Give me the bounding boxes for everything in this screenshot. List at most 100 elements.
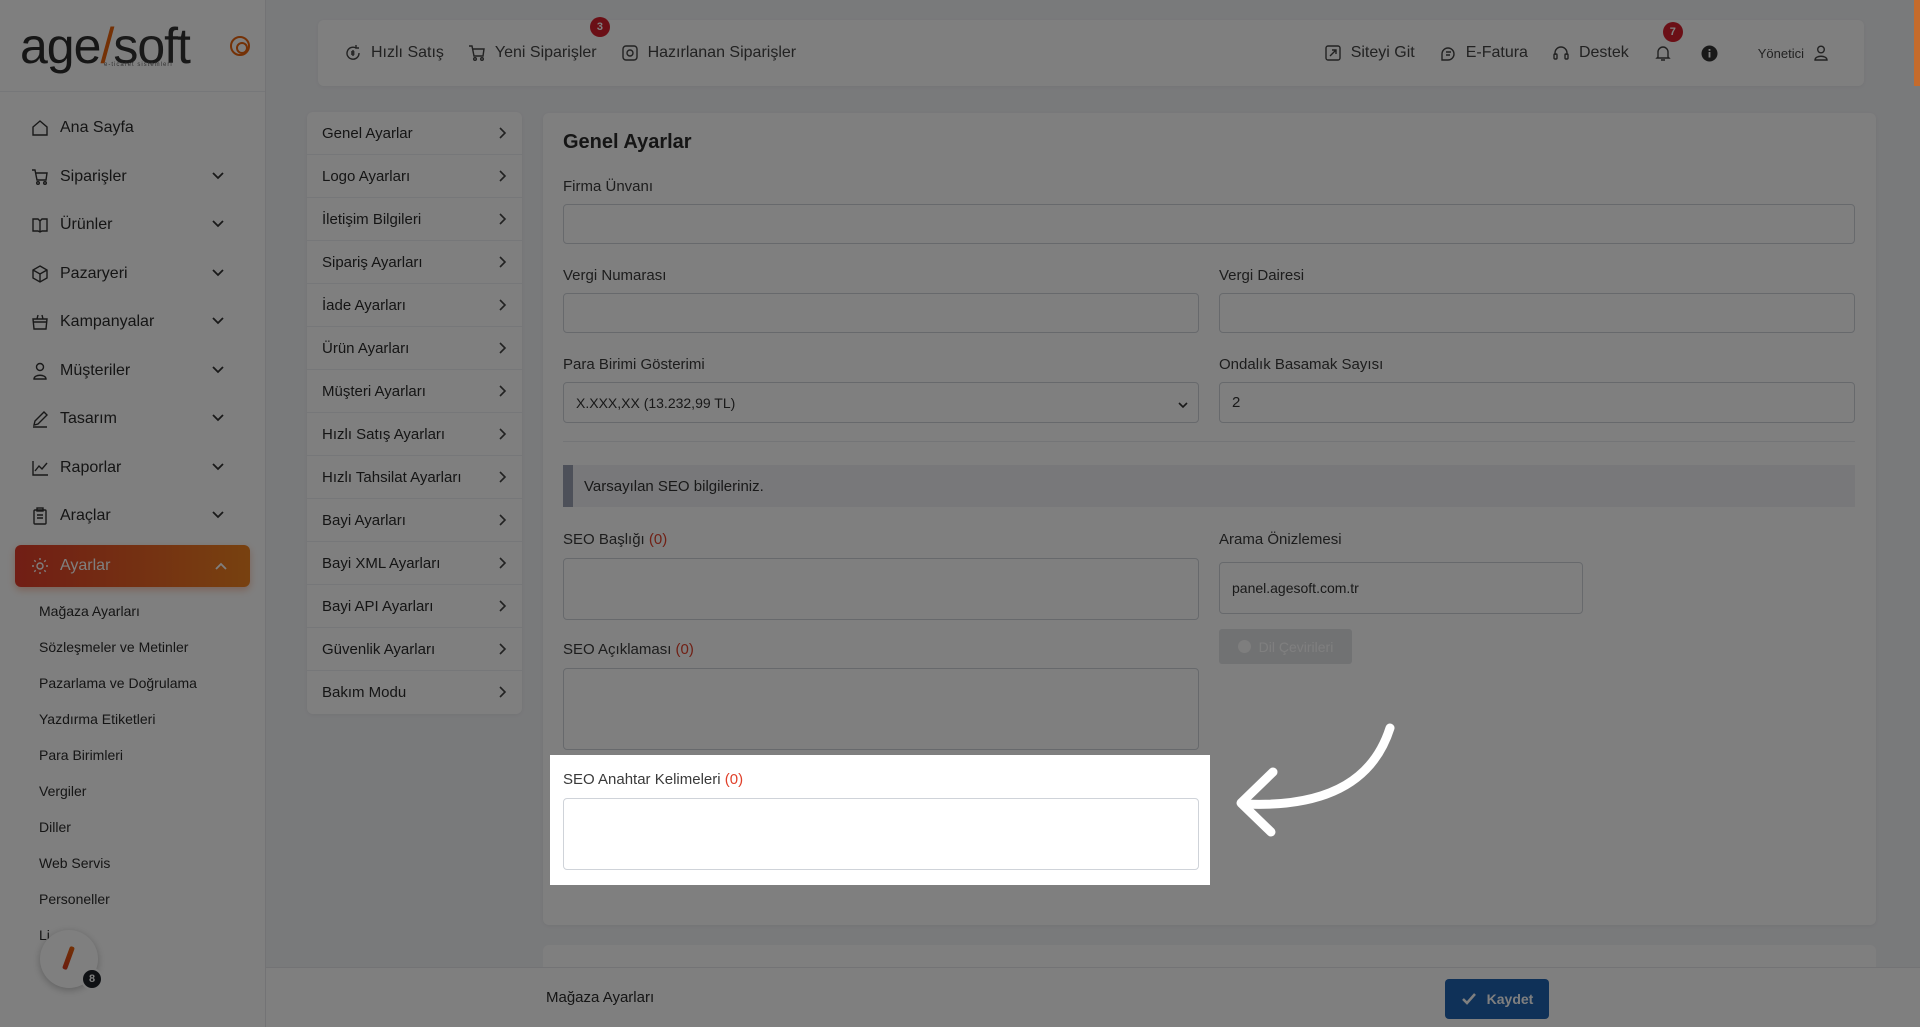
settings-menu-item[interactable]: Müşteri Ayarları: [307, 370, 522, 413]
go-site-link[interactable]: Siteyi Git: [1324, 44, 1415, 62]
chevron-right-icon: [499, 299, 507, 311]
clipboard-icon: [30, 506, 50, 526]
submenu-item[interactable]: Vergiler: [39, 773, 265, 809]
info-icon: [1701, 45, 1718, 61]
settings-menu-item[interactable]: Güvenlik Ayarları: [307, 628, 522, 671]
support-link[interactable]: Destek: [1552, 44, 1629, 62]
refresh-money-icon: [346, 45, 360, 60]
tax-office-input[interactable]: [1219, 293, 1855, 333]
settings-menu-item[interactable]: Bayi Ayarları: [307, 499, 522, 542]
logo[interactable]: age/soft e-ticaret sistemleri: [0, 0, 265, 92]
settings-menu-item[interactable]: Sipariş Ayarları: [307, 241, 522, 284]
new-orders-link[interactable]: Yeni Siparişler 3: [468, 17, 610, 62]
chevron-down-icon: [212, 462, 224, 470]
basket-icon: [30, 312, 50, 332]
package-icon: [621, 45, 638, 61]
seo-info-alert: Varsayılan SEO bilgileriniz.: [563, 465, 1855, 507]
sidebar-item-musteriler[interactable]: Müşteriler: [0, 347, 265, 396]
info-button[interactable]: [1701, 45, 1718, 62]
save-button[interactable]: Kaydet: [1445, 979, 1549, 1019]
submenu-item[interactable]: Yazdırma Etiketleri: [39, 701, 265, 737]
sidebar-item-ana-sayfa[interactable]: Ana Sayfa: [0, 104, 265, 153]
bottom-action-bar: Mağaza Ayarları Kaydet: [266, 967, 1920, 1027]
settings-menu-item[interactable]: Bayi API Ayarları: [307, 585, 522, 628]
sidebar-item-label: Ana Sayfa: [60, 119, 134, 137]
e-invoice-link[interactable]: E-Fatura: [1439, 44, 1528, 62]
quick-sale-link[interactable]: Hızlı Satış: [344, 44, 444, 62]
chevron-down-icon: [212, 317, 224, 325]
preparing-orders-label: Hazırlanan Siparişler: [647, 44, 797, 61]
search-preview-label: Arama Önizlemesi: [1219, 531, 1342, 548]
settings-menu-item[interactable]: İletişim Bilgileri: [307, 198, 522, 241]
general-settings-card: Genel Ayarlar Firma Ünvanı Vergi Numaras…: [543, 113, 1876, 925]
preparing-orders-link[interactable]: Hazırlanan Siparişler: [621, 44, 797, 62]
seo-title-textarea[interactable]: [563, 558, 1199, 620]
company-input[interactable]: [563, 204, 1855, 244]
tax-number-label: Vergi Numarası: [563, 267, 667, 284]
chevron-down-icon: [212, 220, 224, 228]
user-menu[interactable]: Yönetici: [1758, 45, 1828, 61]
seo-description-textarea[interactable]: [563, 668, 1199, 750]
save-label: Kaydet: [1486, 991, 1534, 1007]
submenu-item[interactable]: Web Servis: [39, 845, 265, 881]
submenu-item[interactable]: Diller: [39, 809, 265, 845]
tax-number-input[interactable]: [563, 293, 1199, 333]
logo-tagline: e-ticaret sistemleri: [104, 62, 173, 68]
new-orders-label: Yeni Siparişler: [494, 44, 597, 61]
submenu-item[interactable]: Personeller: [39, 881, 265, 917]
submenu-item[interactable]: Pazarlama ve Doğrulama: [39, 665, 265, 701]
search-preview-box: panel.agesoft.com.tr: [1219, 562, 1583, 614]
sidebar-item-label: Ürünler: [60, 216, 113, 234]
chevron-down-icon: [212, 414, 224, 422]
user-name: Yönetici: [1757, 45, 1804, 61]
chevron-right-icon: [499, 127, 507, 139]
currency-display-label: Para Birimi Gösterimi: [563, 356, 705, 373]
sidebar-item-urunler[interactable]: Ürünler: [0, 201, 265, 250]
currency-display-select[interactable]: X.XXX,XX (13.232,99 TL): [563, 382, 1199, 423]
translate-icon: [1237, 640, 1251, 653]
settings-menu-item[interactable]: Bakım Modu: [307, 671, 522, 714]
support-label: Destek: [1578, 44, 1629, 61]
notifications-button[interactable]: 7: [1655, 22, 1683, 62]
bottom-bar-title: Mağaza Ayarları: [546, 989, 655, 1006]
sidebar-item-ayarlar[interactable]: Ayarlar: [15, 544, 250, 587]
submenu-item[interactable]: Sözleşmeler ve Metinler: [39, 629, 265, 665]
cart-icon: [468, 45, 485, 61]
sidebar-item-raporlar[interactable]: Raporlar: [0, 444, 265, 493]
new-orders-badge: 3: [589, 17, 610, 37]
settings-menu: Genel Ayarlar Logo Ayarları İletişim Bil…: [307, 112, 522, 714]
notifications-badge: 7: [1662, 22, 1683, 42]
sidebar-item-siparisler[interactable]: Siparişler: [0, 153, 265, 202]
user-icon: [30, 361, 50, 381]
settings-menu-item[interactable]: Ürün Ayarları: [307, 327, 522, 370]
top-bar: Hızlı Satış Yeni Siparişler 3 Hazırlanan…: [318, 17, 1864, 86]
translations-label: Dil Çevirileri: [1258, 638, 1334, 655]
chevron-right-icon: [499, 170, 507, 182]
settings-menu-item[interactable]: Hızlı Satış Ayarları: [307, 413, 522, 456]
headset-icon: [1553, 46, 1569, 60]
bell-icon: [1655, 46, 1671, 61]
sidebar-item-kampanyalar[interactable]: Kampanyalar: [0, 298, 265, 347]
decimal-places-input[interactable]: 2: [1219, 382, 1855, 423]
settings-menu-item[interactable]: Genel Ayarlar: [307, 112, 522, 155]
sidebar-item-label: Pazaryeri: [60, 264, 128, 282]
sidebar-item-tasarim[interactable]: Tasarım: [0, 395, 265, 444]
chevron-down-icon: [212, 511, 224, 519]
settings-menu-item[interactable]: Hızlı Tahsilat Ayarları: [307, 456, 522, 499]
settings-menu-item[interactable]: İade Ayarları: [307, 284, 522, 327]
seo-keywords-textarea[interactable]: [563, 798, 1199, 870]
cart-icon: [30, 167, 50, 187]
translations-button[interactable]: Dil Çevirileri: [1219, 629, 1352, 664]
sidebar-item-pazaryeri[interactable]: Pazaryeri: [0, 250, 265, 299]
chevron-down-icon: [212, 365, 224, 373]
settings-menu-item[interactable]: Bayi XML Ayarları: [307, 542, 522, 585]
submenu-item[interactable]: Mağaza Ayarları: [39, 593, 265, 629]
chevron-right-icon: [499, 557, 507, 569]
sidebar-item-label: Raporlar: [60, 458, 122, 476]
help-button[interactable]: 8: [40, 930, 103, 990]
sidebar-toggle-icon[interactable]: [230, 36, 250, 56]
scrollbar-thumb[interactable]: [1914, 0, 1920, 86]
sidebar-item-araclar[interactable]: Araçlar: [0, 492, 265, 541]
settings-menu-item[interactable]: Logo Ayarları: [307, 155, 522, 198]
submenu-item[interactable]: Para Birimleri: [39, 737, 265, 773]
